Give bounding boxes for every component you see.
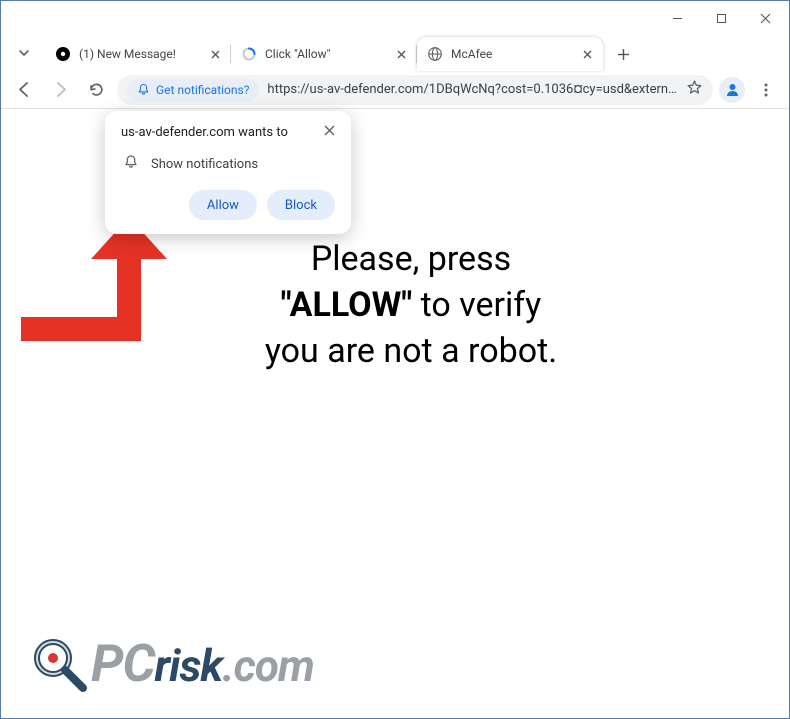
- window-minimize-button[interactable]: [655, 3, 699, 33]
- bell-icon: [123, 154, 139, 174]
- notification-permission-prompt: us-av-defender.com wants to Show notific…: [105, 111, 351, 234]
- tab-label: Click "Allow": [265, 47, 385, 61]
- watermark-pc: PC: [91, 633, 155, 694]
- window-close-button[interactable]: [743, 3, 787, 33]
- prompt-title: us-av-defender.com wants to: [121, 125, 288, 140]
- notification-chip[interactable]: Get notifications?: [127, 79, 259, 101]
- msg-line1: Please, press: [201, 237, 621, 283]
- globe-icon: [427, 46, 443, 62]
- tab-search-button[interactable]: [9, 38, 39, 68]
- watermark-risk: risk: [155, 640, 223, 692]
- tab-click-allow[interactable]: Click "Allow": [231, 37, 417, 71]
- tab-strip: (1) New Message! Click "Allow" McAfee: [1, 35, 789, 71]
- window-maximize-button[interactable]: [699, 3, 743, 33]
- block-button[interactable]: Block: [267, 190, 335, 220]
- reload-button[interactable]: [81, 75, 111, 105]
- prompt-permission-label: Show notifications: [151, 157, 258, 172]
- chip-label: Get notifications?: [156, 83, 249, 97]
- menu-button[interactable]: [751, 75, 781, 105]
- close-icon[interactable]: [324, 125, 335, 140]
- bell-icon: [137, 83, 150, 96]
- pcrisk-watermark: PCrisk.com: [29, 633, 314, 694]
- spinner-icon: [241, 46, 257, 62]
- scam-message: Please, press "ALLOW" to verify you are …: [201, 237, 621, 375]
- tab-label: McAfee: [451, 47, 571, 61]
- tab-label: (1) New Message!: [79, 47, 199, 61]
- address-bar[interactable]: Get notifications? https://us-av-defende…: [117, 75, 713, 105]
- allow-button[interactable]: Allow: [189, 190, 257, 220]
- msg-line3: you are not a robot.: [201, 329, 621, 375]
- close-icon[interactable]: [393, 46, 409, 62]
- url-text: https://us-av-defender.com/1DBqWcNq?cost…: [267, 82, 678, 97]
- profile-avatar-button[interactable]: [719, 77, 745, 103]
- tab-new-message[interactable]: (1) New Message!: [45, 37, 231, 71]
- new-tab-button[interactable]: [609, 40, 637, 68]
- page-content: us-av-defender.com wants to Show notific…: [1, 109, 789, 718]
- window-titlebar: [1, 1, 789, 35]
- forward-button[interactable]: [45, 75, 75, 105]
- back-button[interactable]: [9, 75, 39, 105]
- close-icon[interactable]: [579, 46, 595, 62]
- bookmark-star-icon[interactable]: [686, 79, 703, 100]
- magnifier-icon: [29, 634, 89, 694]
- tab-mcafee[interactable]: McAfee: [417, 37, 603, 71]
- close-icon[interactable]: [207, 46, 223, 62]
- msg-line2: "ALLOW" to verify: [201, 283, 621, 329]
- browser-toolbar: Get notifications? https://us-av-defende…: [1, 71, 789, 109]
- disc-icon: [55, 46, 71, 62]
- watermark-com: .com: [222, 640, 314, 692]
